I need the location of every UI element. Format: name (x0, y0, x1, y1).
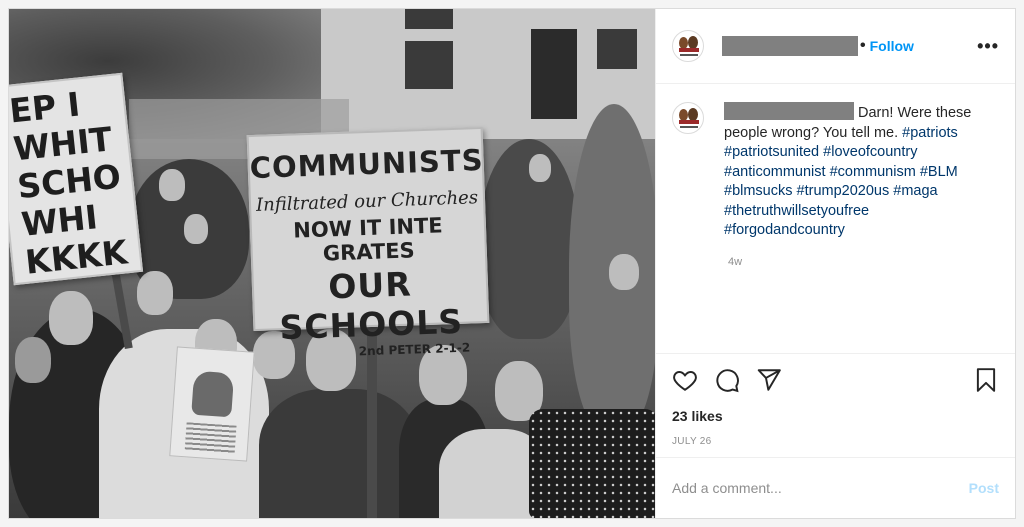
protest-sign-main: COMMUNISTS Infiltrated our Churches NOW … (246, 126, 490, 358)
more-options-icon[interactable]: ••• (977, 36, 999, 57)
hashtag-link[interactable]: #forgodandcountry (724, 222, 845, 238)
hashtag-link[interactable]: #trump2020us (797, 183, 890, 199)
post-photo[interactable]: EP I WHIT SCHO WHI KKKK COMMUNISTS Infil… (9, 9, 655, 518)
bookmark-icon[interactable] (973, 367, 999, 393)
instagram-post: EP I WHIT SCHO WHI KKKK COMMUNISTS Infil… (8, 8, 1016, 519)
post-comment-button[interactable]: Post (969, 480, 999, 496)
post-side-panel: • Follow ••• Darn! Were these people wro… (655, 9, 1015, 518)
caption-area: Darn! Were these people wrong? You tell … (656, 84, 1015, 353)
hashtag-link[interactable]: #patriots (902, 125, 958, 141)
hashtag-link[interactable]: #thetruthwillsetyoufree (724, 203, 869, 219)
floral-purse (529, 409, 655, 518)
like-count[interactable]: 23 likes (656, 405, 1015, 427)
caption-timestamp[interactable]: 4w (728, 256, 999, 268)
comment-box: Post (656, 457, 1015, 518)
hashtag-link[interactable]: #anticommunist (724, 164, 826, 180)
heart-icon[interactable] (672, 367, 698, 393)
username-redacted[interactable] (722, 36, 858, 56)
post-header: • Follow ••• (656, 9, 1015, 84)
hashtag-link[interactable]: #loveofcountry (823, 144, 917, 160)
hashtag-link[interactable]: #BLM (920, 164, 958, 180)
caption-text: Darn! Were these people wrong? You tell … (724, 102, 984, 241)
sign-line-2: Infiltrated our Churches (255, 187, 479, 216)
caption-avatar[interactable] (672, 102, 704, 134)
hashtag-link[interactable]: #blmsucks (724, 183, 793, 199)
caption-username-redacted[interactable] (724, 102, 854, 120)
comment-bubble-icon[interactable] (714, 367, 740, 393)
protest-sign-left: EP I WHIT SCHO WHI KKKK (9, 72, 144, 286)
hashtag-link[interactable]: #patriotsunited (724, 144, 819, 160)
avatar[interactable] (672, 30, 704, 62)
comment-input[interactable] (672, 480, 969, 496)
hashtag-link[interactable]: #maga (893, 183, 937, 199)
paper-plane-icon[interactable] (756, 367, 782, 393)
hashtag-link[interactable]: #communism (830, 164, 916, 180)
sign-line-3: NOW IT INTE GRATES (292, 213, 444, 266)
post-date[interactable]: JULY 26 (656, 427, 1015, 457)
separator-dot: • (860, 37, 866, 54)
follow-button[interactable]: Follow (870, 38, 914, 54)
sign-line-1: COMMUNISTS (249, 142, 485, 186)
held-flyer (169, 346, 255, 462)
sign-line-4: OUR SCHOOLS (278, 264, 464, 348)
action-bar (656, 353, 1015, 405)
